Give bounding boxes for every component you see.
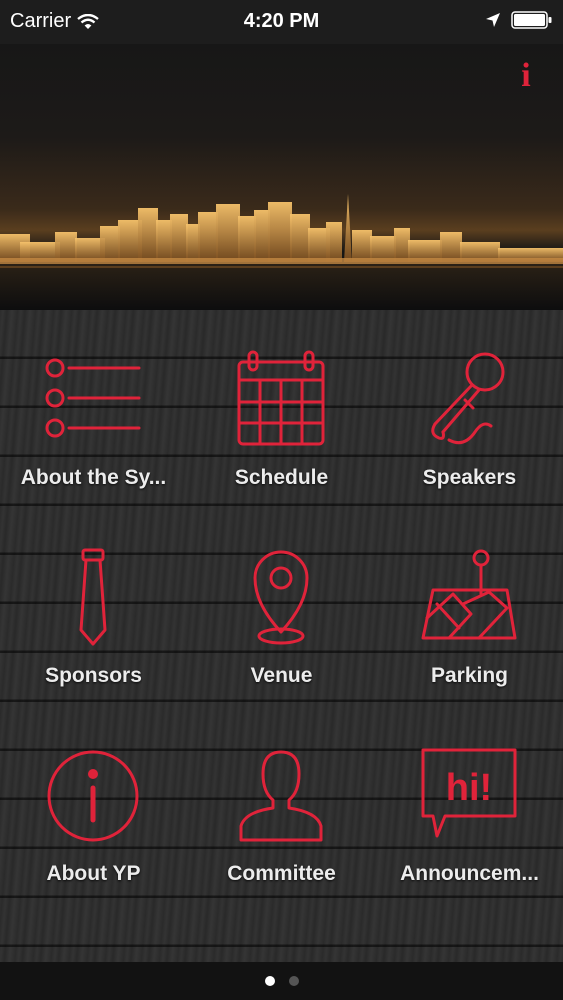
tile-label: Announcem... — [400, 862, 539, 885]
tile-label: Parking — [430, 664, 509, 687]
info-circle-icon — [43, 746, 143, 846]
tile-label: Committee — [227, 862, 336, 885]
tile-about-symposium[interactable]: About the Sy... — [0, 310, 187, 506]
tile-sponsors[interactable]: Sponsors — [0, 508, 187, 704]
tile-label: Venue — [250, 664, 313, 687]
necktie-icon — [43, 548, 143, 648]
page-indicator[interactable] — [0, 962, 563, 1000]
tile-schedule[interactable]: Schedule — [188, 310, 375, 506]
tile-speakers[interactable]: Speakers — [376, 310, 563, 506]
location-pin-icon — [231, 548, 331, 648]
tile-label: Sponsors — [45, 664, 142, 687]
tile-announcements[interactable]: hi! Announcem... — [376, 706, 563, 902]
tile-about-yp[interactable]: About YP — [0, 706, 187, 902]
list-icon — [43, 350, 143, 450]
page-dot-1[interactable] — [264, 976, 275, 986]
speech-bubble-icon: hi! — [419, 746, 519, 846]
city-skyline-image — [0, 194, 563, 310]
status-bar: Carrier 4:20 PM — [0, 0, 563, 44]
info-button[interactable]: i — [519, 58, 533, 94]
location-arrow-icon — [486, 13, 500, 27]
tile-venue[interactable]: Venue — [188, 508, 375, 704]
tile-label: Speakers — [422, 466, 517, 489]
tile-label: About YP — [46, 862, 141, 885]
microphone-icon — [419, 350, 519, 450]
menu-grid: About the Sy... Schedule Speakers Sponso… — [0, 310, 563, 962]
tile-parking[interactable]: Parking — [376, 508, 563, 704]
tile-committee[interactable]: Committee — [188, 706, 375, 902]
status-time: 4:20 PM — [243, 10, 320, 32]
person-icon — [231, 746, 331, 846]
bubble-text: hi! — [446, 767, 492, 809]
calendar-icon — [231, 350, 331, 450]
page-dot-2[interactable] — [288, 976, 299, 986]
tile-label: Schedule — [234, 466, 329, 489]
header-banner: i — [0, 44, 563, 310]
tile-label: About the Sy... — [20, 466, 167, 489]
battery-icon — [511, 11, 552, 29]
map-pin-icon — [419, 548, 519, 648]
